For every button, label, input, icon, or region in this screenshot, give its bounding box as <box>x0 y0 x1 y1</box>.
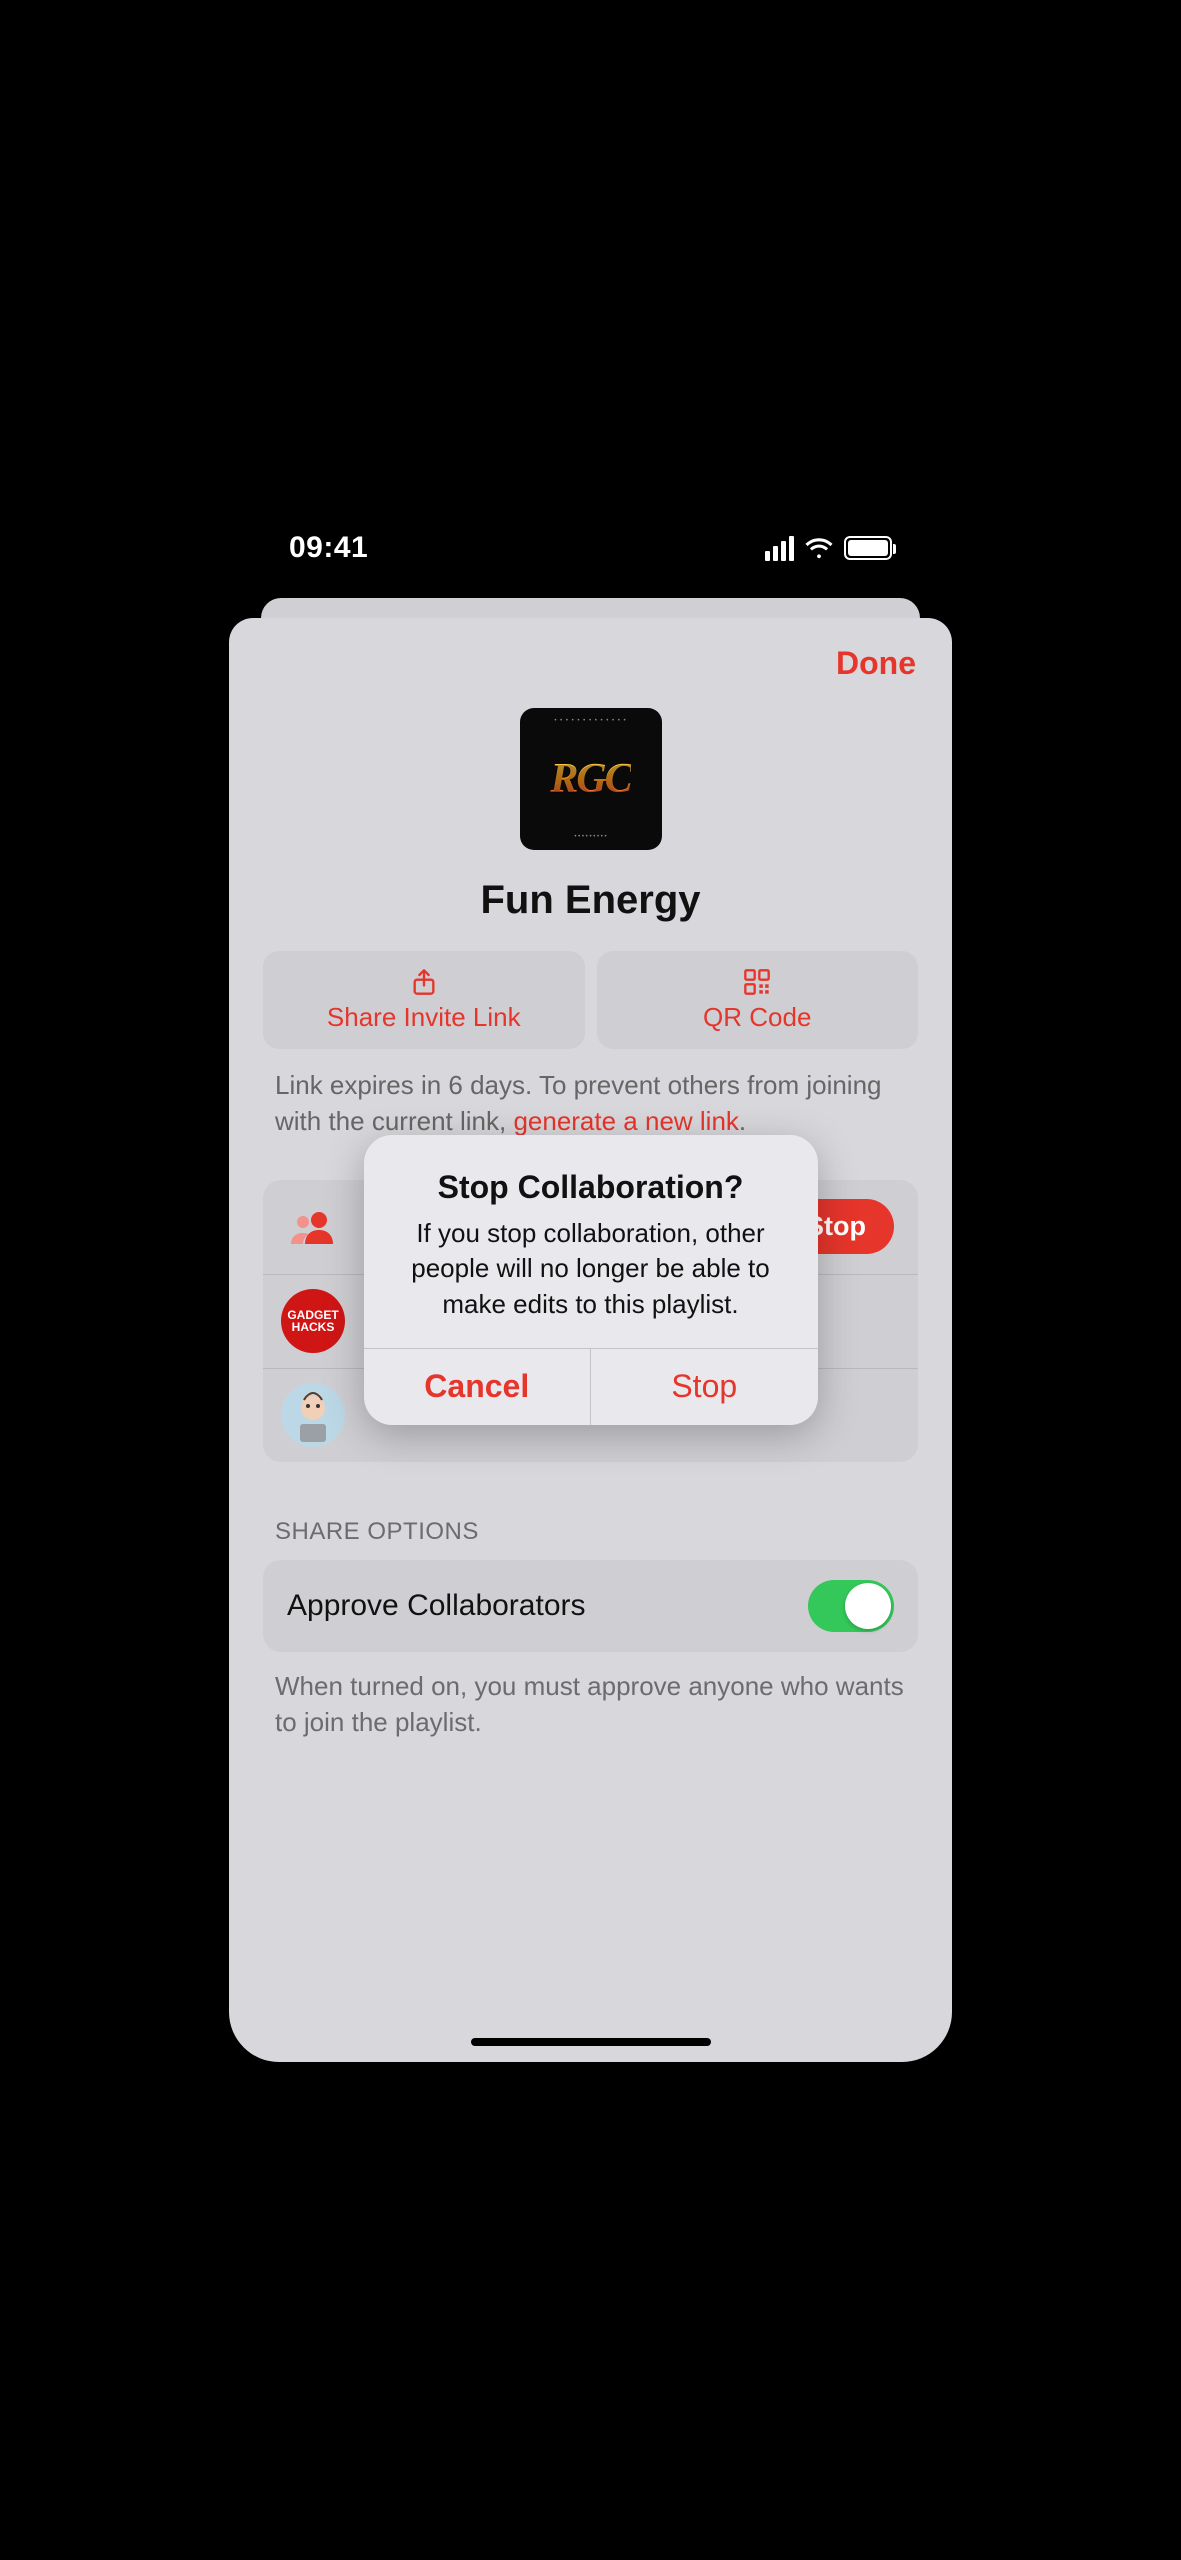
alert-title: Stop Collaboration? <box>390 1169 792 1206</box>
stop-collaboration-alert: Stop Collaboration? If you stop collabor… <box>364 1135 818 1424</box>
alert-cancel-button[interactable]: Cancel <box>364 1349 591 1425</box>
alert-overlay: Stop Collaboration? If you stop collabor… <box>229 498 952 2062</box>
alert-message: If you stop collaboration, other people … <box>390 1216 792 1321</box>
alert-stop-button[interactable]: Stop <box>590 1349 818 1425</box>
